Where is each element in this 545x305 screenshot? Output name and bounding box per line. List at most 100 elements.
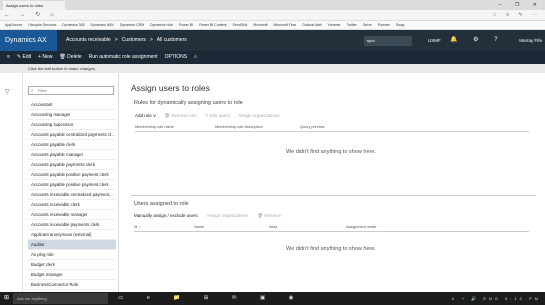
action-button[interactable]: 🗑 Delete xyxy=(59,51,81,64)
role-list-item[interactable]: Accounts payable manager xyxy=(28,150,116,160)
bookmark-link[interactable]: Dynamics CRM xyxy=(120,23,144,27)
users-empty-message: We didn't find anything to show here. xyxy=(286,246,376,252)
bookmark-link[interactable]: Planner xyxy=(378,23,390,27)
users-section-title[interactable]: Users assigned to role xyxy=(134,201,189,207)
page-title: Assign users to roles xyxy=(131,83,210,93)
address-bar-icons[interactable]: ☆ ≡ ✎ ⋯ xyxy=(492,10,541,21)
action-button[interactable]: ⌕ xyxy=(194,51,197,64)
action-button[interactable]: + New xyxy=(38,51,52,64)
users-grid-header: Id ↑ Name Alias Assignment mode xyxy=(134,225,529,232)
rules-column-header[interactable]: Membership rule description xyxy=(215,125,263,129)
role-list-pane: ⌕ Filter Accountant Accounting manager Acc… xyxy=(24,73,119,292)
role-list-item[interactable]: BusinessConnector Role xyxy=(28,280,116,290)
windows-taskbar: ⊞ Ask me anything ▭ e 📁 ⊞ ✉ ▣ ◉ ∧ ⌁ 🔊 EN… xyxy=(0,292,545,305)
browser-tab-bar: Assign users to roles – ❐ ✕ xyxy=(0,0,545,10)
role-list-item[interactable]: Budget manager xyxy=(28,270,116,280)
users-toolbar-button[interactable]: 🗑 Remove xyxy=(257,213,281,218)
role-list-item[interactable]: Accountant xyxy=(28,100,116,110)
role-list-item[interactable]: Accounting manager xyxy=(28,110,116,120)
start-button[interactable]: ⊞ xyxy=(4,292,9,305)
app-name[interactable]: Dynamics AX xyxy=(0,30,57,51)
action-button[interactable]: ✎ Edit xyxy=(17,51,31,64)
message-bar: Click the edit button to make changes. xyxy=(0,64,545,73)
bookmark-link[interactable]: Dynamics NAV xyxy=(91,23,114,27)
rules-column-header[interactable]: Membership rule name xyxy=(135,125,174,129)
breadcrumb-item[interactable]: Customers xyxy=(122,37,146,43)
rules-column-header[interactable]: Query preview xyxy=(300,125,324,129)
role-list-item[interactable]: Accounts receivable manager xyxy=(28,210,116,220)
rules-toolbar-button[interactable]: 🗑 Remove rule xyxy=(164,113,196,118)
role-list-item[interactable]: Auditor xyxy=(28,240,116,250)
breadcrumb: Accounts receivable > Customers > All custom… xyxy=(66,30,191,51)
users-toolbar-button[interactable]: Assign organizations xyxy=(207,213,249,218)
action-button[interactable]: Run automatic role assignment xyxy=(89,51,158,64)
role-list-item[interactable]: Accounting supervisor xyxy=(28,120,116,130)
rules-toolbar-button[interactable]: ✎ Edit query xyxy=(205,113,230,118)
bookmark-link[interactable]: SendGrid xyxy=(233,23,248,27)
filter-input[interactable]: ⌕ Filter xyxy=(28,86,114,95)
action-pane: ≡ ✎ Edit + New 🗑 Delete Run automatic role a… xyxy=(0,51,545,64)
role-list-item[interactable]: Accounts receivable payments clerk xyxy=(28,220,116,230)
app-navbar: Dynamics AX Accounts receivable > Customer… xyxy=(0,30,545,51)
role-list-item[interactable]: Applicant anonymous (external) xyxy=(28,230,116,240)
bookmark-link[interactable]: Twitter xyxy=(347,23,357,27)
bookmark-link[interactable]: Microsoft Flow xyxy=(274,23,297,27)
role-list-item[interactable]: Accounts receivable centralized payment.… xyxy=(28,190,116,200)
bookmark-link[interactable]: Dynamics Hub xyxy=(150,23,173,27)
search-input[interactable]: spot xyxy=(364,36,412,46)
taskbar-search[interactable]: Ask me anything xyxy=(13,293,108,304)
bookmark-link[interactable]: Sway xyxy=(396,23,405,27)
role-list-item[interactable]: Accounts payable payments clerk xyxy=(28,160,116,170)
bookmarks-bar: AppSource Lifecycle Services Dynamics 365 D… xyxy=(0,21,545,30)
user-name[interactable]: Murray Fife xyxy=(519,30,542,51)
bookmark-link[interactable]: Microsoft xyxy=(253,23,267,27)
window-controls[interactable]: – ❐ ✕ xyxy=(499,0,543,10)
rules-grid-header: Membership rule name Membership rule desc… xyxy=(135,125,529,132)
role-list-item[interactable]: Accounts receivable clerk xyxy=(28,200,116,210)
filter-placeholder: Filter xyxy=(38,88,47,93)
taskbar-app-icons[interactable]: ▭ e 📁 ⊞ ✉ ▣ ◉ xyxy=(118,292,304,305)
main-content: Assign users to roles Rules for dynamica… xyxy=(124,73,545,292)
users-column-header[interactable]: Id ↑ xyxy=(134,225,140,229)
role-list-item[interactable]: Accounts payable centralized payments cl… xyxy=(28,130,116,140)
users-toolbar-button[interactable]: Manually assign / exclude users xyxy=(134,213,198,218)
bookmark-link[interactable]: Delve xyxy=(363,23,372,27)
breadcrumb-item[interactable]: All customers xyxy=(157,37,187,43)
role-list: Accountant Accounting manager Accounting s… xyxy=(28,100,116,290)
role-list-item[interactable]: Accounts payable clerk xyxy=(28,140,116,150)
bookmark-link[interactable]: Dynamics 365 xyxy=(62,23,84,27)
rules-toolbar-button[interactable]: Add rule ∨ xyxy=(135,113,156,118)
section-divider xyxy=(131,195,536,196)
rules-section-title[interactable]: Rules for dynamically assigning users to… xyxy=(134,100,243,106)
filter-funnel-icon[interactable]: ▽ xyxy=(5,88,10,95)
users-toolbar: Manually assign / exclude users Assign or… xyxy=(134,213,290,219)
rules-toolbar: Add rule ∨ 🗑 Remove rule ✎ Edit query Assig… xyxy=(135,113,288,119)
breadcrumb-separator: > xyxy=(149,37,153,43)
role-list-item[interactable]: As plng role xyxy=(28,250,116,260)
bookmark-link[interactable]: Power BI xyxy=(179,23,193,27)
url-field[interactable] xyxy=(36,12,476,19)
company-picker[interactable]: USMF xyxy=(428,30,441,51)
left-strip: ▽ xyxy=(0,73,23,292)
navbar-icons[interactable]: 🔔 ⚙ ? xyxy=(450,30,505,51)
role-list-item[interactable]: Accounts payable positive payment clerk xyxy=(28,180,116,190)
action-button[interactable]: OPTIONS xyxy=(165,51,188,64)
role-list-item[interactable]: Accounts payable positive payment clerk xyxy=(28,170,116,180)
role-list-item[interactable]: Budget clerk xyxy=(28,260,116,270)
bookmark-link[interactable]: Power BI Content xyxy=(199,23,226,27)
bookmark-link[interactable]: AppSource xyxy=(5,23,22,27)
address-bar: ← → ↻ ⌂ ☆ ≡ ✎ ⋯ xyxy=(0,10,545,21)
search-icon: ⌕ xyxy=(31,88,34,93)
browser-tab[interactable]: Assign users to roles xyxy=(3,1,65,10)
bookmark-link[interactable]: Yammer xyxy=(328,23,341,27)
system-tray[interactable]: ∧ ⌁ 🔊 ENG 5:12 PM xyxy=(452,292,541,305)
bookmark-link[interactable]: Lifecycle Services xyxy=(28,23,56,27)
users-column-header[interactable]: Assignment mode xyxy=(346,225,376,229)
action-button[interactable]: ≡ xyxy=(7,51,10,64)
users-column-header[interactable]: Name xyxy=(194,225,204,229)
users-column-header[interactable]: Alias xyxy=(269,225,277,229)
bookmark-link[interactable]: Outlook Mail xyxy=(302,23,321,27)
rules-toolbar-button[interactable]: Assign organizations xyxy=(238,113,280,118)
breadcrumb-item[interactable]: Accounts receivable xyxy=(66,37,111,43)
breadcrumb-separator: > xyxy=(114,37,118,43)
